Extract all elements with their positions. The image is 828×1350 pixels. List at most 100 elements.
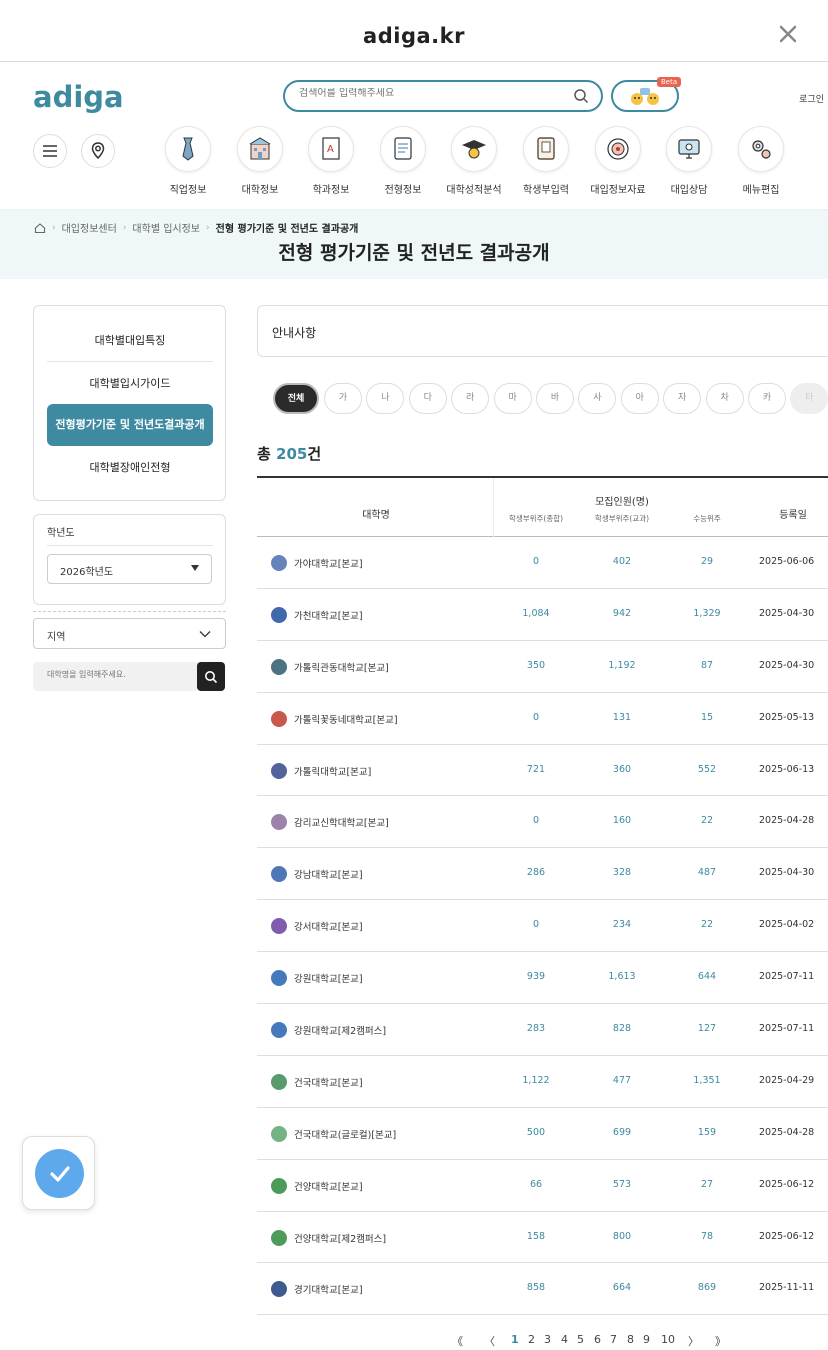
university-name[interactable]: 건국대학교[본교] bbox=[294, 1075, 363, 1089]
table-row[interactable]: 경기대학교[본교] 858 664 869 2025-11-11 bbox=[257, 1263, 828, 1316]
university-name[interactable]: 강원대학교[제2캠퍼스] bbox=[294, 1023, 386, 1037]
nav-item-tie[interactable]: 직업정보 bbox=[152, 126, 224, 196]
university-name[interactable]: 건양대학교[제2캠퍼스] bbox=[294, 1231, 386, 1245]
search-box[interactable] bbox=[283, 80, 603, 112]
filter-chip[interactable]: 카 bbox=[748, 383, 786, 414]
sidebar-item-guide[interactable]: 대학별입시가이드 bbox=[47, 363, 213, 405]
filter-chip[interactable]: 아 bbox=[620, 383, 659, 414]
nav-item-document[interactable]: 전형정보 bbox=[367, 126, 439, 196]
nav-item-graduation-cap[interactable]: 대학성적분석 bbox=[438, 126, 510, 196]
sidebar-item-criteria-active[interactable]: 전형평가기준 및 전년도결과공개 bbox=[47, 404, 213, 446]
filter-chip[interactable]: 바 bbox=[536, 383, 574, 414]
login-link[interactable]: 로그인 bbox=[799, 92, 824, 105]
nav-item-target[interactable]: 대입정보자료 bbox=[582, 126, 654, 196]
search-input[interactable] bbox=[299, 88, 569, 99]
sidebar-item-features[interactable]: 대학별대입특징 bbox=[47, 320, 213, 362]
filter-chip[interactable]: 마 bbox=[493, 383, 532, 414]
university-name[interactable]: 가톨릭관동대학교[본교] bbox=[294, 660, 389, 674]
university-name[interactable]: 경기대학교[본교] bbox=[294, 1282, 363, 1296]
table-row[interactable]: 가톨릭꽃동네대학교[본교] 0 131 15 2025-05-13 bbox=[257, 693, 828, 745]
university-name[interactable]: 가야대학교[본교] bbox=[294, 556, 363, 570]
count-comprehensive: 0 bbox=[532, 711, 540, 723]
year-select[interactable]: 2026학년도 bbox=[47, 554, 212, 584]
pager-next-icon[interactable]: 〉 bbox=[688, 1333, 699, 1349]
page-number[interactable]: 4 bbox=[561, 1333, 568, 1346]
filter-chip[interactable]: 자 bbox=[663, 383, 702, 414]
table-row[interactable]: 가톨릭관동대학교[본교] 350 1,192 87 2025-04-30 bbox=[257, 641, 828, 693]
filter-chip[interactable]: 전체 bbox=[273, 383, 319, 414]
page-number[interactable]: 5 bbox=[577, 1333, 584, 1346]
page-number[interactable]: 2 bbox=[528, 1333, 535, 1346]
university-name[interactable]: 가천대학교[본교] bbox=[294, 608, 363, 622]
breadcrumb-item[interactable]: 대입정보센터 bbox=[62, 220, 117, 235]
close-icon[interactable] bbox=[778, 24, 798, 44]
notice-panel[interactable]: 안내사항 bbox=[257, 305, 828, 357]
university-name[interactable]: 건국대학교(글로컬)[본교] bbox=[294, 1127, 396, 1141]
total-suffix: 건 bbox=[307, 445, 322, 463]
nav-item-notebook[interactable]: 학생부입력 bbox=[510, 126, 582, 196]
filter-chip[interactable]: 사 bbox=[578, 383, 617, 414]
university-name[interactable]: 가톨릭대학교[본교] bbox=[294, 764, 371, 778]
breadcrumb: › 대입정보센터 › 대학별 입시정보 › 전형 평가기준 및 전년도 결과공개 bbox=[34, 220, 358, 235]
university-search-box[interactable] bbox=[33, 662, 197, 691]
table-row[interactable]: 건양대학교[제2캠퍼스] 158 800 78 2025-06-12 bbox=[257, 1212, 828, 1264]
table-row[interactable]: 가천대학교[본교] 1,084 942 1,329 2025-04-30 bbox=[257, 589, 828, 641]
page-number[interactable]: 9 bbox=[643, 1333, 650, 1346]
table-row[interactable]: 건양대학교[본교] 66 573 27 2025-06-12 bbox=[257, 1160, 828, 1212]
count-csat: 22 bbox=[700, 919, 714, 931]
table-row[interactable]: 건국대학교[본교] 1,122 477 1,351 2025-04-29 bbox=[257, 1056, 828, 1108]
page-number[interactable]: 7 bbox=[610, 1333, 617, 1346]
site-logo[interactable]: adiga bbox=[33, 80, 124, 114]
table-row[interactable]: 강남대학교[본교] 286 328 487 2025-04-30 bbox=[257, 848, 828, 901]
nav-item-building[interactable]: 대학정보 bbox=[224, 126, 296, 196]
nav-item-gear[interactable]: 메뉴편집 bbox=[725, 126, 797, 196]
page-number[interactable]: 6 bbox=[594, 1333, 601, 1346]
page-number[interactable]: 8 bbox=[627, 1333, 634, 1346]
pager-last-icon[interactable]: 》 bbox=[715, 1333, 726, 1349]
floating-check-button[interactable] bbox=[22, 1136, 95, 1210]
pager-prev-icon[interactable]: 〈 bbox=[484, 1333, 495, 1349]
count-csat: 78 bbox=[700, 1230, 714, 1242]
page-number[interactable]: 10 bbox=[661, 1333, 675, 1346]
table-row[interactable]: 강원대학교[제2캠퍼스] 283 828 127 2025-07-11 bbox=[257, 1004, 828, 1056]
nav-item-book[interactable]: A 학과정보 bbox=[295, 126, 367, 196]
university-name[interactable]: 강남대학교[본교] bbox=[294, 867, 363, 881]
sidebar-menu: 대학별대입특징 대학별입시가이드 전형평가기준 및 전년도결과공개 대학별장애인… bbox=[33, 305, 226, 501]
count-subject: 328 bbox=[612, 867, 632, 879]
count-csat: 29 bbox=[700, 556, 714, 567]
filter-chip[interactable]: 라 bbox=[451, 383, 490, 414]
sidebar-item-disability[interactable]: 대학별장애인전형 bbox=[47, 447, 213, 489]
search-icon[interactable] bbox=[573, 88, 589, 104]
nav-item-monitor[interactable]: 대입상담 bbox=[653, 126, 725, 196]
university-name[interactable]: 강원대학교[본교] bbox=[294, 971, 363, 985]
col-header-name: 대학명 bbox=[362, 510, 390, 521]
url-text: adiga.kr bbox=[363, 24, 465, 48]
filter-chip[interactable]: 나 bbox=[366, 383, 405, 414]
location-button[interactable] bbox=[81, 134, 115, 168]
pager-first-icon[interactable]: 《 bbox=[452, 1333, 463, 1349]
university-search-input[interactable] bbox=[47, 670, 187, 679]
filter-chip[interactable]: 가 bbox=[324, 383, 362, 414]
page-number[interactable]: 1 bbox=[511, 1333, 519, 1346]
home-icon[interactable] bbox=[34, 222, 46, 234]
university-name[interactable]: 가톨릭꽃동네대학교[본교] bbox=[294, 712, 398, 726]
divider bbox=[47, 545, 213, 546]
menu-button[interactable] bbox=[33, 134, 67, 168]
table-row[interactable]: 가톨릭대학교[본교] 721 360 552 2025-06-13 bbox=[257, 745, 828, 797]
document-icon bbox=[394, 137, 412, 160]
breadcrumb-item[interactable]: 대학별 입시정보 bbox=[132, 220, 200, 235]
filter-chip[interactable]: 차 bbox=[705, 383, 744, 414]
university-name[interactable]: 강서대학교[본교] bbox=[294, 919, 363, 933]
university-search-button[interactable] bbox=[197, 662, 225, 691]
table-row[interactable]: 건국대학교(글로컬)[본교] 500 699 159 2025-04-28 bbox=[257, 1108, 828, 1160]
filter-chip[interactable]: 다 bbox=[408, 383, 447, 414]
page-number[interactable]: 3 bbox=[544, 1333, 551, 1346]
university-name[interactable]: 감리교신학대학교[본교] bbox=[294, 815, 389, 829]
university-name[interactable]: 건양대학교[본교] bbox=[294, 1179, 363, 1193]
table-row[interactable]: 강서대학교[본교] 0 234 22 2025-04-02 bbox=[257, 900, 828, 953]
table-row[interactable]: 강원대학교[본교] 939 1,613 644 2025-07-11 bbox=[257, 952, 828, 1005]
region-select[interactable]: 지역 bbox=[33, 618, 226, 649]
table-row[interactable]: 감리교신학대학교[본교] 0 160 22 2025-04-28 bbox=[257, 796, 828, 849]
filter-chip[interactable]: 타 bbox=[790, 383, 828, 414]
table-row[interactable]: 가야대학교[본교] 0 402 29 2025-06-06 bbox=[257, 537, 828, 589]
